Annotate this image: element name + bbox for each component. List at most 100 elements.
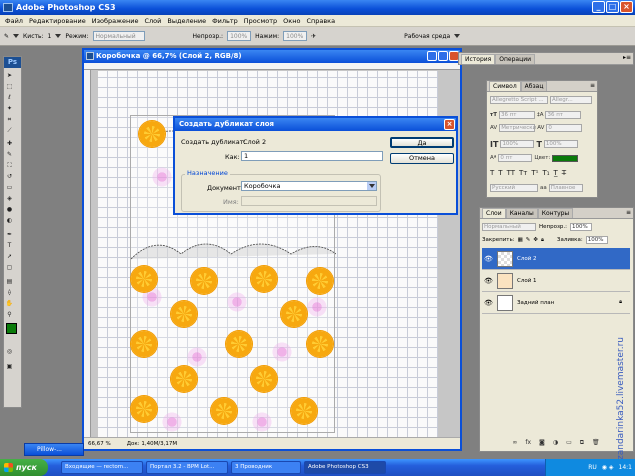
path-select-icon[interactable]: ➚	[5, 252, 14, 261]
menu-filter[interactable]: Фильтр	[209, 17, 241, 25]
ok-button[interactable]: Да	[390, 137, 454, 148]
brush-tool-icon[interactable]: ✎	[4, 33, 9, 40]
notes-tool-icon[interactable]: ▤	[5, 277, 14, 286]
ruler-left[interactable]	[84, 70, 91, 437]
language-select[interactable]: Русский	[490, 184, 538, 192]
small-caps-button[interactable]: Tт	[519, 169, 527, 177]
lock-transparency-icon[interactable]: ▦	[518, 237, 523, 243]
panel-menu-icon[interactable]: ▸≡	[623, 54, 631, 61]
name-input[interactable]	[241, 196, 377, 206]
magic-wand-icon[interactable]: ✦	[5, 104, 14, 113]
link-layers-icon[interactable]: ∞	[512, 439, 517, 449]
cancel-button[interactable]: Отмена	[390, 153, 454, 164]
tab-character[interactable]: Символ	[489, 81, 521, 91]
leading-field[interactable]: 36 пт	[545, 111, 582, 119]
tray-icons[interactable]: ◉ ◈	[602, 464, 614, 471]
tool-preset-dropdown[interactable]	[13, 34, 20, 38]
taskbar-item-mail[interactable]: Входящие — rectom...	[61, 461, 143, 474]
start-button[interactable]: пуск	[0, 459, 48, 476]
new-layer-icon[interactable]: ⧉	[580, 439, 584, 449]
healing-tool-icon[interactable]: ✚	[5, 139, 14, 148]
as-input[interactable]: 1	[241, 151, 383, 161]
minimized-document[interactable]: Pillow-...	[24, 443, 84, 456]
language-indicator[interactable]: RU	[588, 464, 597, 471]
marquee-tool-icon[interactable]: ⬚	[5, 82, 14, 91]
pen-tool-icon[interactable]: ✒	[5, 230, 14, 239]
menu-layer[interactable]: Слой	[141, 17, 164, 25]
horizontal-scale-field[interactable]: 100%	[543, 140, 578, 148]
type-tool-icon[interactable]: T	[5, 241, 14, 250]
eyedropper-icon[interactable]: ⟠	[5, 288, 14, 297]
lock-image-icon[interactable]: ✎	[526, 237, 531, 243]
fill-field[interactable]: 100%	[585, 236, 608, 244]
taskbar-item-photoshop[interactable]: Adobe Photoshop CS3	[304, 461, 386, 474]
close-button[interactable]: ×	[620, 1, 633, 13]
menu-file[interactable]: Файл	[2, 17, 26, 25]
vertical-scale-field[interactable]: 100%	[500, 140, 535, 148]
tab-history[interactable]: История	[461, 54, 496, 64]
adjustment-layer-icon[interactable]: ◑	[553, 439, 558, 449]
subscript-button[interactable]: T₁	[542, 169, 549, 177]
layer-style-icon[interactable]: fx	[525, 439, 531, 449]
eye-icon[interactable]: 👁︎	[484, 276, 493, 285]
dialog-title-bar[interactable]: Создать дубликат слоя ×	[175, 118, 456, 131]
document-select[interactable]: Коробочка	[241, 181, 377, 191]
brush-size[interactable]: 1	[48, 33, 52, 40]
antialias-select[interactable]: Плавное	[548, 184, 583, 192]
all-caps-button[interactable]: TT	[507, 169, 515, 177]
menu-window[interactable]: Окно	[280, 17, 303, 25]
faux-italic-button[interactable]: T	[498, 169, 502, 177]
layer-row[interactable]: 👁︎ Слой 2	[482, 248, 630, 270]
quick-mask-icon[interactable]: ◎	[5, 347, 14, 356]
text-color-swatch[interactable]	[552, 154, 579, 162]
screen-mode-icon[interactable]: ▣	[5, 362, 14, 371]
lock-all-icon[interactable]: 🔒︎	[541, 237, 544, 244]
font-style-select[interactable]: Allegr...	[550, 96, 592, 104]
doc-size[interactable]: Док: 1,40M/3,17M	[127, 438, 177, 449]
maximize-button[interactable]: □	[606, 1, 619, 13]
shape-tool-icon[interactable]: ▢	[5, 263, 14, 272]
eye-icon[interactable]: 👁︎	[484, 298, 493, 307]
stamp-tool-icon[interactable]: ⛶	[5, 161, 14, 170]
tab-actions[interactable]: Операции	[495, 54, 535, 64]
taskbar-item-explorer[interactable]: 3 Проводник	[231, 461, 301, 474]
airbrush-icon[interactable]: ✈	[311, 33, 316, 40]
eraser-tool-icon[interactable]: ▭	[5, 183, 14, 192]
pressure-field[interactable]: 100%	[283, 31, 308, 41]
foreground-color-swatch[interactable]	[6, 323, 17, 334]
dialog-close-button[interactable]: ×	[444, 119, 455, 130]
layer-row[interactable]: 👁︎ Задний план 🔒︎	[482, 292, 630, 314]
ruler-top[interactable]	[84, 63, 460, 70]
panel-menu-icon[interactable]: ≡	[590, 82, 595, 89]
brush-picker-dropdown[interactable]	[55, 34, 62, 38]
slice-tool-icon[interactable]: ⟋	[5, 126, 14, 135]
taskbar-item-portal[interactable]: Портал 3.2 - ВРМ Lot...	[146, 461, 228, 474]
brush-tool-icon-tb[interactable]: ✎	[5, 150, 14, 159]
superscript-button[interactable]: T¹	[531, 169, 538, 177]
layer-mask-icon[interactable]: ◙	[539, 439, 545, 449]
doc-minimize-button[interactable]	[427, 51, 437, 61]
layer-row[interactable]: 👁︎ Слой 1	[482, 270, 630, 292]
tab-paragraph[interactable]: Абзац	[520, 81, 548, 91]
opacity-field[interactable]: 100%	[227, 31, 252, 41]
layers-opacity-field[interactable]: 100%	[570, 222, 592, 231]
tab-paths[interactable]: Контуры	[537, 208, 574, 218]
faux-bold-button[interactable]: T	[490, 169, 494, 177]
workspace-dropdown[interactable]	[454, 34, 461, 38]
eye-icon[interactable]: 👁︎	[484, 254, 493, 263]
hand-tool-icon[interactable]: ✋	[5, 299, 14, 308]
dodge-tool-icon[interactable]: ◐	[5, 216, 14, 225]
history-brush-icon[interactable]: ↺	[5, 172, 14, 181]
kerning-field[interactable]: Метрически	[499, 124, 536, 132]
menu-view[interactable]: Просмотр	[241, 17, 280, 25]
font-size-field[interactable]: 36 пт	[498, 111, 535, 119]
crop-tool-icon[interactable]: ⌗	[5, 115, 14, 124]
doc-maximize-button[interactable]	[438, 51, 448, 61]
blur-tool-icon[interactable]: ●	[5, 205, 14, 214]
blend-mode-select[interactable]: Нормальный	[482, 222, 536, 231]
group-icon[interactable]: ▭	[566, 439, 572, 449]
menu-help[interactable]: Справка	[303, 17, 338, 25]
minimize-button[interactable]: _	[592, 1, 605, 13]
underline-button[interactable]: T̲	[554, 169, 558, 177]
strikethrough-button[interactable]: T̶	[562, 169, 566, 177]
